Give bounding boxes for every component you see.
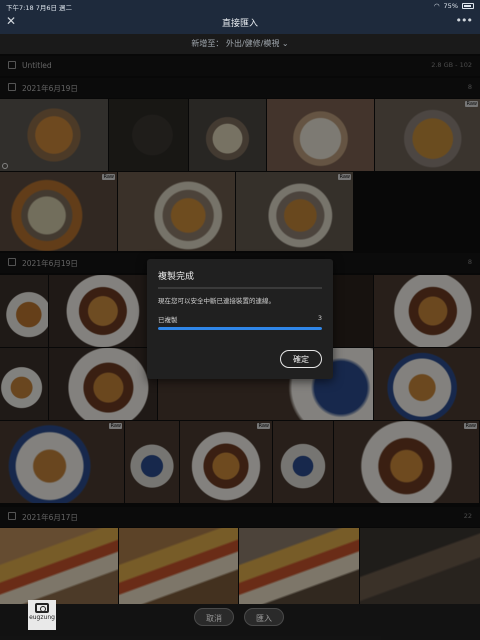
cancel-button[interactable]: 取消 <box>194 608 234 626</box>
ok-button[interactable]: 確定 <box>280 350 322 368</box>
status-date: 7月6日 週二 <box>35 4 73 12</box>
photo-thumbnail[interactable] <box>189 99 266 171</box>
raw-badge: Raw <box>109 423 122 429</box>
progress-count: 3 <box>317 314 322 322</box>
raw-badge: Raw <box>102 174 115 180</box>
status-time-date: 下午7:18 7月6日 週二 <box>6 2 72 12</box>
photo-thumbnail[interactable] <box>0 528 118 604</box>
photo-thumbnail[interactable] <box>239 528 359 604</box>
page-title: 直接匯入 <box>221 19 258 29</box>
raw-badge: Raw <box>338 174 351 180</box>
logo-text: eugzung <box>29 614 55 621</box>
battery-percent: 75% <box>443 2 458 10</box>
destination-label: 新增至： <box>191 39 224 48</box>
photo-thumbnail[interactable] <box>125 421 179 503</box>
progress-label: 已複製 <box>158 316 178 324</box>
import-button[interactable]: 匯入 <box>244 608 284 626</box>
section-label: 2021年6月17日 <box>22 513 78 522</box>
photo-thumbnail[interactable] <box>374 348 480 420</box>
photo-thumbnail[interactable]: Raw <box>0 421 124 503</box>
progress-bar-fill <box>158 327 322 330</box>
section-checkbox[interactable] <box>8 83 16 91</box>
status-bar: 下午7:18 7月6日 週二 ◠ 75% <box>0 0 480 12</box>
app-header: ✕ 直接匯入 ••• <box>0 12 480 34</box>
section-meta: 8 <box>467 258 472 266</box>
photo-grid-row <box>0 528 480 604</box>
destination-value: 外出/健修/模視 <box>225 39 280 48</box>
section-label: 2021年6月19日 <box>22 84 78 93</box>
camera-icon <box>35 603 49 613</box>
section-header-date: 2021年6月17日 22 <box>0 507 480 527</box>
status-indicators: ◠ 75% <box>434 2 474 10</box>
section-header-date: 2021年6月19日 8 <box>0 78 480 98</box>
section-checkbox[interactable] <box>8 512 16 520</box>
progress-bar <box>158 327 322 330</box>
photo-thumbnail[interactable] <box>0 275 48 347</box>
photo-thumbnail[interactable] <box>273 421 333 503</box>
raw-badge: Raw <box>464 423 477 429</box>
photo-thumbnail[interactable]: Raw <box>180 421 272 503</box>
section-label: Untitled <box>22 61 52 70</box>
photo-thumbnail[interactable] <box>118 172 235 251</box>
photo-grid-row: Raw Raw Raw <box>0 421 480 503</box>
select-circle[interactable] <box>2 163 8 169</box>
photo-thumbnail[interactable] <box>0 99 108 171</box>
photo-thumbnail[interactable] <box>0 348 48 420</box>
photo-thumbnail[interactable]: Raw <box>375 99 480 171</box>
photo-thumbnail[interactable] <box>360 528 480 604</box>
photo-thumbnail[interactable] <box>49 348 157 420</box>
section-meta: 8 <box>467 83 472 91</box>
photo-grid-row: Raw Raw <box>0 172 480 251</box>
dialog-divider <box>158 287 322 289</box>
photo-thumbnail[interactable]: Raw <box>236 172 353 251</box>
copy-complete-dialog: 複製完成 現在您可以安全中斷已連接裝置的連線。 已複製 3 確定 <box>147 259 333 379</box>
photo-thumbnail[interactable] <box>49 275 147 347</box>
dialog-message: 現在您可以安全中斷已連接裝置的連線。 <box>158 297 275 305</box>
photo-thumbnail[interactable] <box>267 99 374 171</box>
photo-grid-row: Raw <box>0 99 480 171</box>
battery-icon <box>462 3 474 9</box>
section-label: 2021年6月19日 <box>22 259 78 268</box>
raw-badge: Raw <box>257 423 270 429</box>
status-time: 下午7:18 <box>6 4 34 12</box>
section-checkbox[interactable] <box>8 61 16 69</box>
section-checkbox[interactable] <box>8 258 16 266</box>
raw-badge: Raw <box>465 101 478 107</box>
photo-thumbnail[interactable] <box>119 528 238 604</box>
photo-thumbnail[interactable]: Raw <box>334 421 479 503</box>
photo-thumbnail[interactable] <box>374 275 480 347</box>
bottom-action-bar: 取消 匯入 <box>0 604 480 640</box>
section-meta: 2.8 GB - 102 <box>431 61 472 69</box>
destination-selector[interactable]: 新增至： 外出/健修/模視 ⌄ <box>0 34 480 54</box>
photo-thumbnail[interactable]: Raw <box>0 172 117 251</box>
chevron-down-icon: ⌄ <box>281 39 289 48</box>
dialog-title: 複製完成 <box>158 272 195 282</box>
section-header-untitled: Untitled 2.8 GB - 102 <box>0 56 480 76</box>
watermark-logo: eugzung <box>28 600 56 630</box>
wifi-icon: ◠ <box>433 2 440 10</box>
more-options-icon[interactable]: ••• <box>456 14 473 27</box>
section-meta: 22 <box>463 512 472 520</box>
photo-thumbnail[interactable] <box>109 99 188 171</box>
